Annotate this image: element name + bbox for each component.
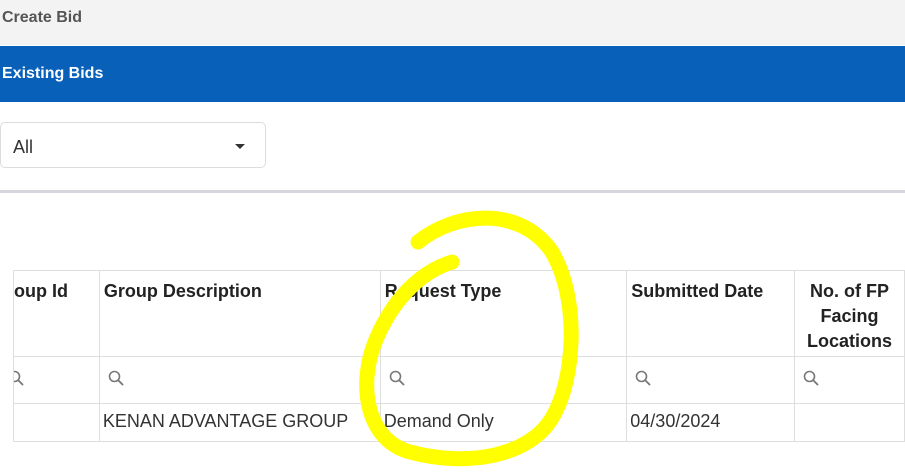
table-row[interactable]: KENAN ADVANTAGE GROUP Demand Only 04/30/… bbox=[13, 403, 905, 442]
cell-value bbox=[14, 404, 99, 411]
existing-bids-tab[interactable]: Existing Bids bbox=[0, 46, 905, 102]
column-header-fp-facing-locations[interactable]: No. of FP Facing Locations bbox=[794, 270, 905, 357]
filter-cell-fp-facing-locations[interactable] bbox=[794, 356, 905, 404]
table-cell bbox=[794, 403, 905, 442]
bid-filter-value: All bbox=[13, 137, 34, 157]
chevron-down-icon bbox=[235, 144, 245, 149]
filter-cell-submitted-date[interactable] bbox=[626, 356, 796, 404]
column-header-request-type[interactable]: Request Type bbox=[379, 270, 628, 357]
column-header-label: oup Id bbox=[14, 281, 68, 301]
bid-filter-select[interactable]: All bbox=[0, 122, 266, 168]
cell-value: KENAN ADVANTAGE GROUP bbox=[102, 411, 349, 431]
cell-value bbox=[795, 404, 904, 411]
column-header-group-description[interactable]: Group Description bbox=[98, 270, 381, 357]
search-icon[interactable] bbox=[14, 370, 24, 386]
column-header-label: Request Type bbox=[384, 281, 502, 301]
table-filter-row bbox=[13, 356, 905, 404]
filter-cell-group-id[interactable] bbox=[13, 356, 100, 404]
cell-value: Demand Only bbox=[383, 411, 494, 431]
cell-value: 04/30/2024 bbox=[630, 411, 721, 431]
column-header-label: No. of FP Facing Locations bbox=[807, 281, 893, 351]
filter-cell-group-description[interactable] bbox=[98, 356, 381, 404]
search-icon[interactable] bbox=[635, 370, 651, 386]
section-divider bbox=[0, 190, 905, 193]
search-icon[interactable] bbox=[108, 370, 124, 386]
column-header-submitted-date[interactable]: Submitted Date bbox=[626, 270, 796, 357]
table-cell bbox=[13, 403, 100, 442]
existing-bids-label: Existing Bids bbox=[2, 65, 104, 82]
search-icon[interactable] bbox=[389, 370, 405, 386]
table-cell: 04/30/2024 bbox=[626, 403, 796, 442]
table-cell: KENAN ADVANTAGE GROUP bbox=[98, 403, 381, 442]
search-icon[interactable] bbox=[803, 370, 819, 386]
column-header-label: Submitted Date bbox=[631, 281, 764, 301]
filter-cell-request-type[interactable] bbox=[379, 356, 628, 404]
column-header-group-id[interactable]: oup Id bbox=[13, 270, 100, 357]
table-cell: Demand Only bbox=[379, 403, 628, 442]
bids-table: oup Id Group Description Request Type Su… bbox=[13, 270, 905, 442]
table-header-row: oup Id Group Description Request Type Su… bbox=[13, 270, 905, 357]
column-header-label: Group Description bbox=[103, 281, 262, 301]
create-bid-tab[interactable]: Create Bid bbox=[0, 0, 905, 45]
create-bid-label: Create Bid bbox=[2, 9, 83, 26]
